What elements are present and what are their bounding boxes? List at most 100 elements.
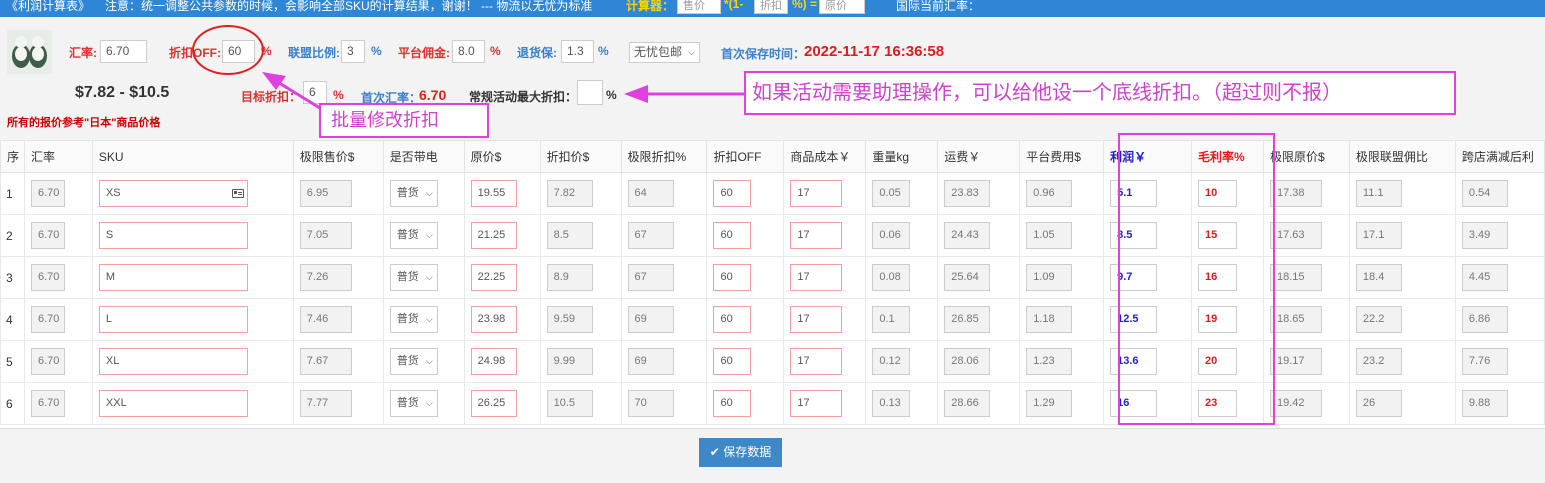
profit-input[interactable]: 5.1 [1110, 180, 1158, 207]
save-data-button[interactable]: ✔ 保存数据 [699, 438, 782, 467]
limit-price-input[interactable]: 6.95 [299, 180, 352, 207]
limit-discount-input[interactable]: 70 [627, 390, 674, 417]
discount-off-input[interactable]: 60 [713, 264, 752, 291]
profit-input[interactable]: 16 [1110, 390, 1158, 417]
sku-input[interactable]: S [98, 222, 248, 249]
limit-alliance-ratio-input[interactable]: 23.2 [1355, 348, 1402, 375]
shipping-fee-input[interactable]: 25.64 [944, 264, 991, 291]
contact-card-icon[interactable] [231, 189, 244, 198]
margin-input[interactable]: 16 [1198, 264, 1238, 291]
cross-store-profit-input[interactable]: 4.45 [1461, 264, 1508, 291]
profit-input[interactable]: 8.5 [1110, 222, 1158, 249]
limit-price-input[interactable]: 7.67 [299, 348, 352, 375]
profit-input[interactable]: 12.5 [1110, 306, 1158, 333]
sku-input[interactable]: XS [98, 180, 248, 207]
weight-input[interactable]: 0.05 [872, 180, 911, 207]
exchange-rate-input[interactable]: 6.70 [100, 40, 147, 63]
weight-input[interactable]: 0.1 [872, 306, 911, 333]
target-discount-input[interactable]: 6 [303, 81, 327, 104]
discount-price-input[interactable]: 9.59 [546, 306, 593, 333]
platform-commission-input[interactable]: 8.0 [452, 40, 485, 63]
discount-off-input[interactable]: 60 [713, 306, 752, 333]
weight-input[interactable]: 0.08 [872, 264, 911, 291]
limit-alliance-ratio-input[interactable]: 11.1 [1355, 180, 1402, 207]
battery-input[interactable]: 普货 ⌵ [389, 348, 438, 375]
calc-discount-input[interactable]: 折扣 [754, 0, 788, 14]
discount-off-input[interactable]: 60 [713, 348, 752, 375]
battery-input[interactable]: 普货 ⌵ [389, 390, 438, 417]
margin-input[interactable]: 19 [1198, 306, 1238, 333]
limit-price-input[interactable]: 7.46 [299, 306, 352, 333]
product-cost-input[interactable]: 17 [790, 264, 843, 291]
sku-input[interactable]: XXL [98, 390, 248, 417]
limit-original-price-input[interactable]: 17.38 [1269, 180, 1322, 207]
calc-original-input[interactable]: 原价 [819, 0, 865, 14]
limit-price-input[interactable]: 7.26 [299, 264, 352, 291]
original-price-input[interactable]: 19.55 [470, 180, 517, 207]
discount-price-input[interactable]: 8.5 [546, 222, 593, 249]
margin-input[interactable]: 23 [1198, 390, 1238, 417]
weight-input[interactable]: 0.13 [872, 390, 911, 417]
margin-input[interactable]: 15 [1198, 222, 1238, 249]
cross-store-profit-input[interactable]: 7.76 [1461, 348, 1508, 375]
exchange-rate-input[interactable]: 6.70 [30, 222, 65, 249]
discount-price-input[interactable]: 7.82 [546, 180, 593, 207]
exchange-rate-input[interactable]: 6.70 [30, 390, 65, 417]
product-cost-input[interactable]: 17 [790, 348, 843, 375]
product-cost-input[interactable]: 17 [790, 390, 843, 417]
battery-input[interactable]: 普货 ⌵ [389, 222, 438, 249]
discount-price-input[interactable]: 9.99 [546, 348, 593, 375]
limit-alliance-ratio-input[interactable]: 26 [1355, 390, 1402, 417]
discount-off-input[interactable]: 60 [713, 222, 752, 249]
battery-input[interactable]: 普货 ⌵ [389, 180, 438, 207]
discount-price-input[interactable]: 10.5 [546, 390, 593, 417]
discount-off-input[interactable]: 60 [713, 390, 752, 417]
original-price-input[interactable]: 26.25 [470, 390, 517, 417]
platform-fee-input[interactable]: 1.09 [1026, 264, 1073, 291]
shipping-fee-input[interactable]: 26.85 [944, 306, 991, 333]
limit-discount-input[interactable]: 67 [627, 264, 674, 291]
battery-input[interactable]: 普货 ⌵ [389, 264, 438, 291]
shipping-fee-input[interactable]: 24.43 [944, 222, 991, 249]
discount-price-input[interactable]: 8.9 [546, 264, 593, 291]
calc-price-input[interactable]: 售价 [677, 0, 721, 14]
limit-original-price-input[interactable]: 19.42 [1269, 390, 1322, 417]
limit-price-input[interactable]: 7.77 [299, 390, 352, 417]
weight-input[interactable]: 0.12 [872, 348, 911, 375]
original-price-input[interactable]: 23.98 [470, 306, 517, 333]
profit-input[interactable]: 13.6 [1110, 348, 1158, 375]
exchange-rate-input[interactable]: 6.70 [30, 264, 65, 291]
original-price-input[interactable]: 24.98 [470, 348, 517, 375]
product-cost-input[interactable]: 17 [790, 180, 843, 207]
profit-input[interactable]: 9.7 [1110, 264, 1158, 291]
sku-input[interactable]: L [98, 306, 248, 333]
limit-discount-input[interactable]: 69 [627, 306, 674, 333]
shipping-fee-input[interactable]: 23.83 [944, 180, 991, 207]
product-cost-input[interactable]: 17 [790, 222, 843, 249]
cross-store-profit-input[interactable]: 6.86 [1461, 306, 1508, 333]
shipping-fee-input[interactable]: 28.66 [944, 390, 991, 417]
limit-alliance-ratio-input[interactable]: 22.2 [1355, 306, 1402, 333]
discount-off-input[interactable]: 60 [713, 180, 752, 207]
limit-original-price-input[interactable]: 18.15 [1269, 264, 1322, 291]
limit-alliance-ratio-input[interactable]: 18.4 [1355, 264, 1402, 291]
limit-discount-input[interactable]: 69 [627, 348, 674, 375]
platform-fee-input[interactable]: 1.29 [1026, 390, 1073, 417]
exchange-rate-input[interactable]: 6.70 [30, 306, 65, 333]
weight-input[interactable]: 0.06 [872, 222, 911, 249]
platform-fee-input[interactable]: 1.18 [1026, 306, 1073, 333]
exchange-rate-input[interactable]: 6.70 [30, 180, 65, 207]
exchange-rate-input[interactable]: 6.70 [30, 348, 65, 375]
original-price-input[interactable]: 22.25 [470, 264, 517, 291]
platform-fee-input[interactable]: 0.96 [1026, 180, 1073, 207]
limit-original-price-input[interactable]: 19.17 [1269, 348, 1322, 375]
cross-store-profit-input[interactable]: 0.54 [1461, 180, 1508, 207]
battery-input[interactable]: 普货 ⌵ [389, 306, 438, 333]
cross-store-profit-input[interactable]: 3.49 [1461, 222, 1508, 249]
platform-fee-input[interactable]: 1.05 [1026, 222, 1073, 249]
platform-fee-input[interactable]: 1.23 [1026, 348, 1073, 375]
limit-discount-input[interactable]: 67 [627, 222, 674, 249]
shipping-method-select[interactable]: 无忧包邮 ⌵ [629, 42, 700, 63]
limit-price-input[interactable]: 7.05 [299, 222, 352, 249]
max-discount-input[interactable] [577, 80, 603, 105]
